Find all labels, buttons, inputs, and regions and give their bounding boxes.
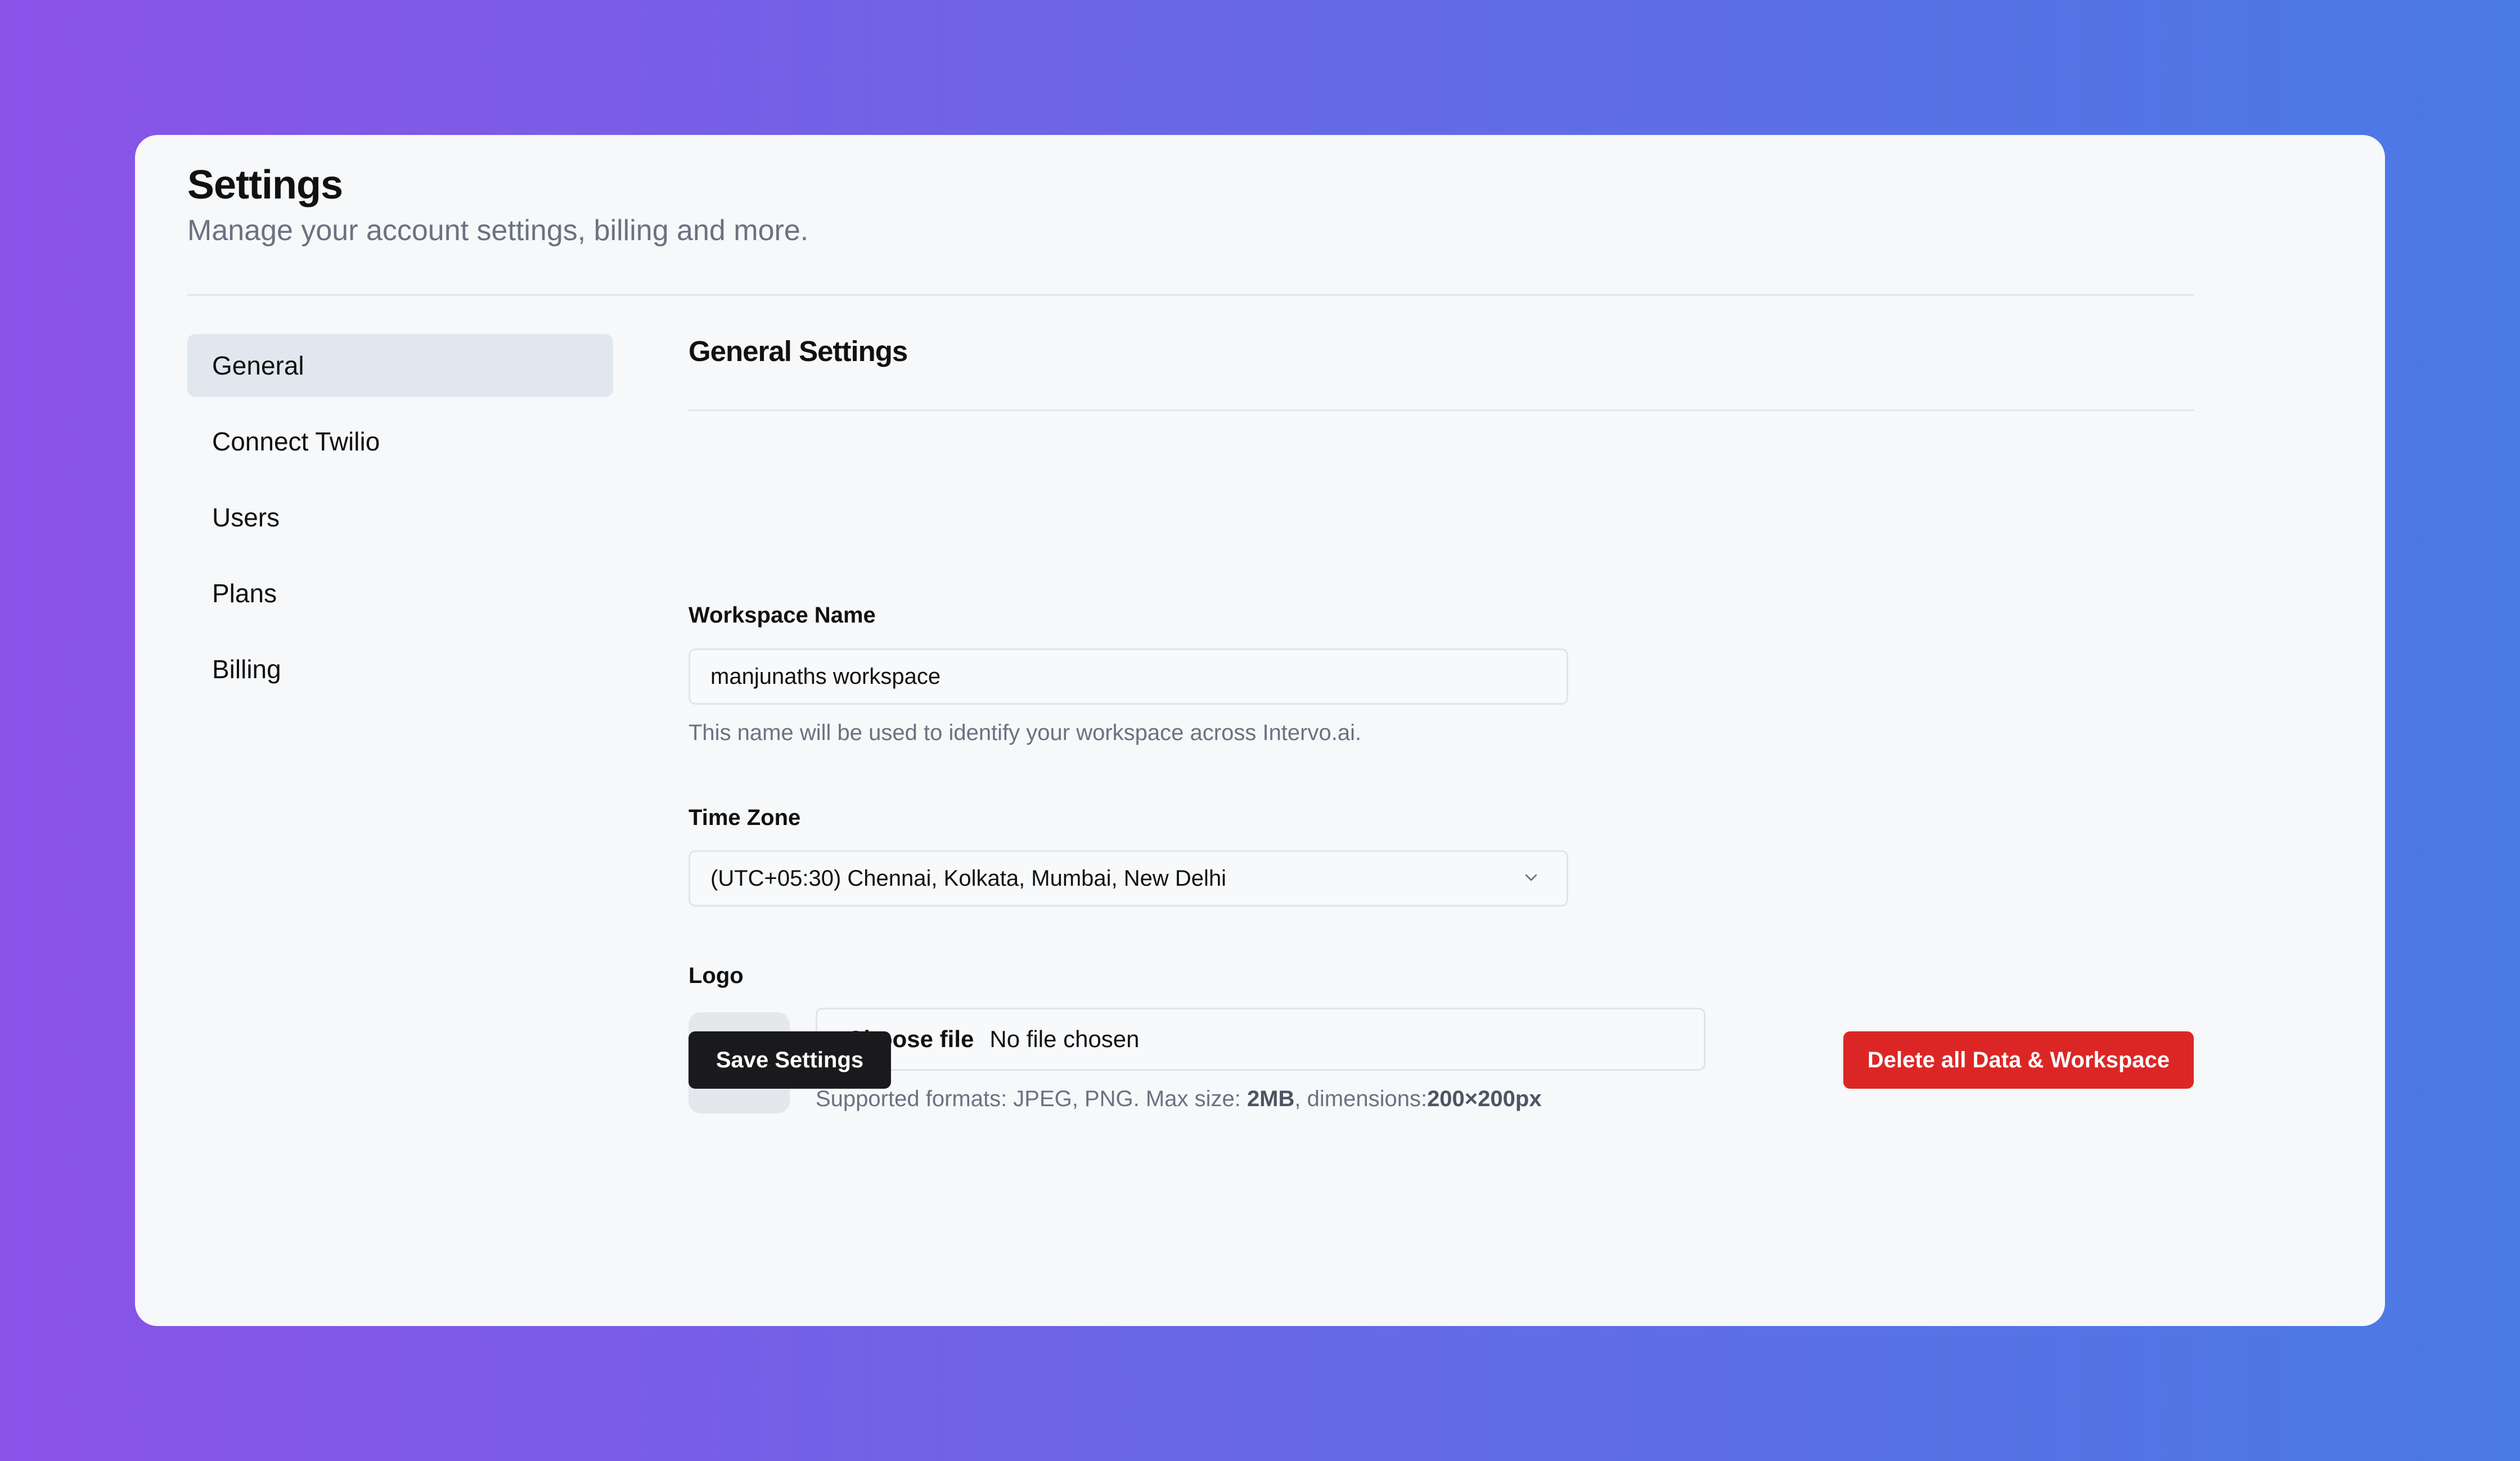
- settings-card: Settings Manage your account settings, b…: [135, 135, 2385, 1326]
- page-subtitle: Manage your account settings, billing an…: [187, 214, 809, 247]
- settings-sidebar: General Connect Twilio Users Plans Billi…: [187, 334, 613, 714]
- time-zone-value: (UTC+05:30) Chennai, Kolkata, Mumbai, Ne…: [710, 865, 1227, 891]
- sidebar-item-plans[interactable]: Plans: [187, 562, 613, 625]
- sidebar-item-general[interactable]: General: [187, 334, 613, 397]
- workspace-name-input[interactable]: [688, 648, 1568, 705]
- sidebar-item-label: General: [212, 351, 304, 380]
- sidebar-item-label: Plans: [212, 579, 277, 608]
- delete-workspace-button[interactable]: Delete all Data & Workspace: [1843, 1031, 2194, 1089]
- chevron-down-icon: [1525, 874, 1537, 881]
- workspace-name-label: Workspace Name: [688, 603, 876, 628]
- workspace-name-help: This name will be used to identify your …: [688, 720, 1362, 745]
- logo-label: Logo: [688, 963, 744, 988]
- logo-help-mid: , dimensions:: [1294, 1086, 1428, 1111]
- time-zone-label: Time Zone: [688, 805, 801, 830]
- sidebar-item-label: Users: [212, 503, 280, 532]
- section-divider: [688, 409, 2194, 411]
- sidebar-item-users[interactable]: Users: [187, 486, 613, 549]
- sidebar-item-label: Billing: [212, 655, 281, 684]
- logo-help: Supported formats: JPEG, PNG. Max size: …: [816, 1086, 1542, 1112]
- section-title: General Settings: [688, 335, 908, 367]
- save-settings-button[interactable]: Save Settings: [688, 1031, 891, 1089]
- logo-file-input[interactable]: Choose file No file chosen: [816, 1008, 1706, 1071]
- page-title: Settings: [187, 163, 343, 208]
- logo-help-prefix: Supported formats: JPEG, PNG. Max size:: [816, 1086, 1247, 1111]
- logo-max-size: 2MB: [1246, 1086, 1295, 1111]
- file-status: No file chosen: [989, 1026, 1140, 1052]
- logo-dimensions: 200×200px: [1427, 1086, 1542, 1111]
- header-divider: [187, 294, 2194, 296]
- sidebar-item-label: Connect Twilio: [212, 427, 380, 456]
- time-zone-select[interactable]: (UTC+05:30) Chennai, Kolkata, Mumbai, Ne…: [688, 850, 1568, 907]
- sidebar-item-connect-twilio[interactable]: Connect Twilio: [187, 410, 613, 473]
- sidebar-item-billing[interactable]: Billing: [187, 638, 613, 701]
